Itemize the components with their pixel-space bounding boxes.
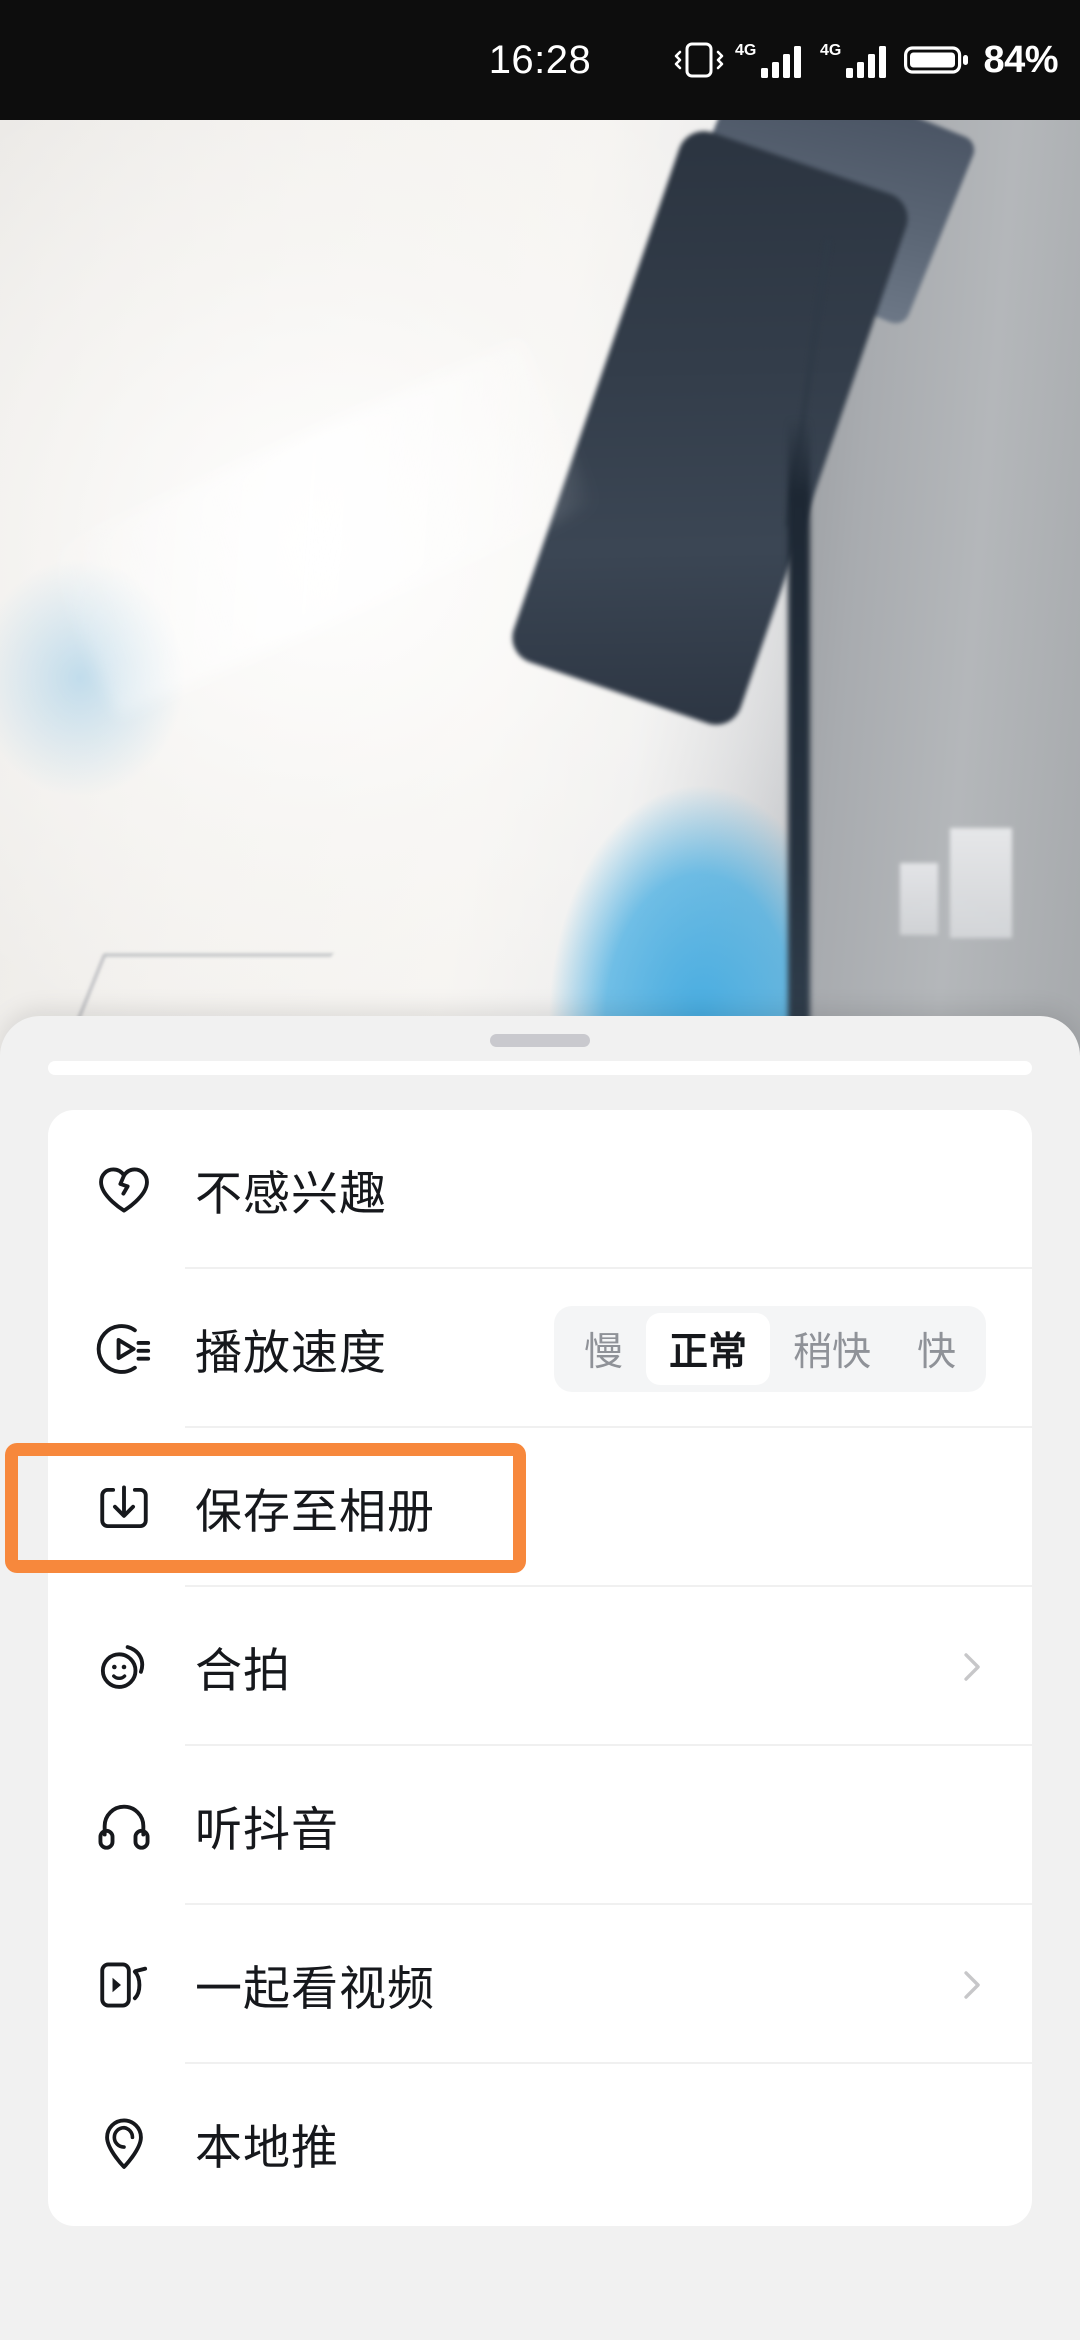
menu-item-local-promotion[interactable]: 本地推	[48, 2064, 1032, 2223]
vibrate-icon	[675, 42, 724, 78]
playback-speed-segmented-control[interactable]: 慢 正常 稍快 快	[553, 1305, 986, 1392]
signal-4g-sim1-icon: 4G	[735, 42, 802, 78]
phone-screen: 16:28 4G 4G 84% 不感兴趣 播放速度 慢 正常 稍快 快 保存至相…	[0, 0, 1080, 2340]
menu-item-not-interested[interactable]: 不感兴趣	[48, 1110, 1032, 1269]
menu-item-label: 本地推	[195, 2121, 339, 2174]
speed-option-normal[interactable]: 正常	[645, 1312, 770, 1385]
menu-item-listen-douyin[interactable]: 听抖音	[48, 1746, 1032, 1905]
svg-text:4G: 4G	[735, 42, 756, 59]
chevron-right-icon	[964, 1652, 980, 1681]
speed-option-fast[interactable]: 快	[894, 1313, 979, 1385]
menu-item-label: 一起看视频	[195, 1962, 435, 2015]
menu-item-playback-speed[interactable]: 播放速度 慢 正常 稍快 快	[48, 1269, 1032, 1428]
menu-item-duet[interactable]: 合拍	[48, 1587, 1032, 1746]
menu-item-label: 不感兴趣	[195, 1167, 387, 1220]
speed-option-slow[interactable]: 慢	[561, 1313, 646, 1385]
broken-heart-icon	[95, 1161, 153, 1219]
duet-face-icon	[95, 1638, 153, 1696]
menu-item-save-to-album[interactable]: 保存至相册	[48, 1428, 1032, 1587]
download-icon	[95, 1479, 153, 1537]
watch-together-icon	[95, 1956, 153, 2014]
sheet-drag-handle[interactable]	[490, 1034, 590, 1047]
menu-item-label: 听抖音	[195, 1803, 339, 1856]
video-background[interactable]	[0, 118, 1080, 1058]
headphones-icon	[95, 1797, 153, 1855]
sheet-top-strip	[48, 1061, 1032, 1075]
menu-item-label: 合拍	[195, 1644, 291, 1697]
location-pin-icon	[95, 2115, 153, 2173]
wall-edge-shape	[788, 418, 810, 1058]
battery-icon	[904, 46, 969, 74]
svg-text:4G: 4G	[820, 42, 841, 59]
speed-option-slightly-fast[interactable]: 稍快	[770, 1313, 894, 1385]
light-glare-shape	[45, 340, 595, 716]
menu-item-label: 保存至相册	[195, 1485, 435, 1538]
action-bottom-sheet: 不感兴趣 播放速度 慢 正常 稍快 快 保存至相册 合拍 听抖音 一起看视频 本…	[0, 1016, 1080, 2340]
status-bar-right-group: 4G 4G 84%	[673, 0, 1058, 120]
vent-shape-1	[950, 828, 1012, 938]
menu-item-watch-together[interactable]: 一起看视频	[48, 1905, 1032, 2064]
status-bar: 16:28 4G 4G 84%	[0, 0, 1080, 120]
menu-card: 不感兴趣 播放速度 慢 正常 稍快 快 保存至相册 合拍 听抖音 一起看视频 本…	[48, 1110, 1032, 2226]
battery-percent-label: 84%	[983, 38, 1058, 81]
signal-4g-sim2-icon: 4G	[820, 42, 887, 78]
chevron-right-icon	[964, 1970, 980, 1999]
play-speed-icon	[95, 1320, 153, 1378]
vent-shape-2	[900, 863, 938, 935]
menu-item-label: 播放速度	[195, 1326, 387, 1379]
